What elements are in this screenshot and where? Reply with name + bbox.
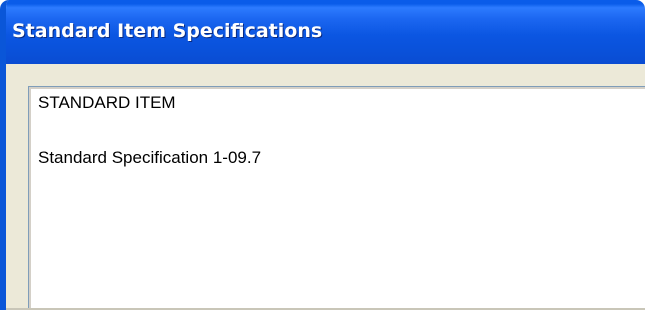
- window-title: Standard Item Specifications: [12, 20, 323, 42]
- specifications-window: Standard Item Specifications STANDARD IT…: [0, 0, 645, 310]
- window-client-area: STANDARD ITEM Standard Specification 1-0…: [6, 64, 645, 310]
- specification-text-box[interactable]: STANDARD ITEM Standard Specification 1-0…: [28, 86, 645, 308]
- title-bar[interactable]: Standard Item Specifications: [6, 0, 645, 64]
- specification-reference-text: Standard Specification 1-09.7: [38, 148, 262, 167]
- item-type-text: STANDARD ITEM: [38, 93, 176, 112]
